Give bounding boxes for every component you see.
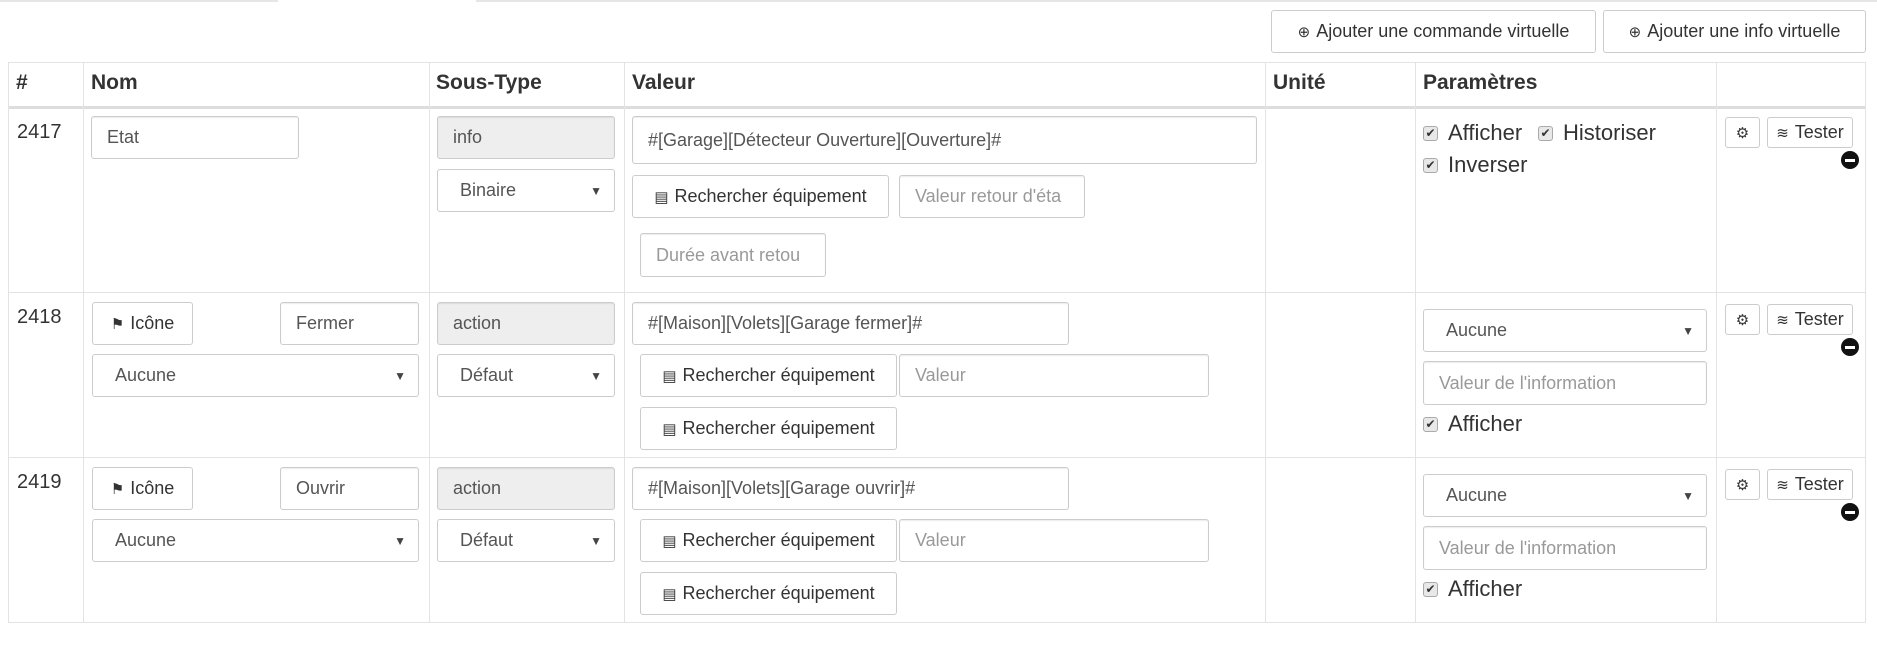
choose-icon-button[interactable]: ⚑ Icône xyxy=(92,302,193,345)
return-value-input[interactable]: Valeur retour d'éta xyxy=(899,175,1085,218)
plus-circle-icon: ⊕ xyxy=(1628,23,1642,41)
header-nom: Nom xyxy=(91,71,138,94)
chevron-down-icon: ▼ xyxy=(590,183,602,198)
subtype-select[interactable]: Binaire ▼ xyxy=(437,169,615,212)
check-icon: ✔ xyxy=(1423,416,1438,432)
col-divider xyxy=(1865,62,1866,623)
table-border xyxy=(8,622,1865,623)
test-button[interactable]: ≋ Tester xyxy=(1767,117,1853,148)
name-input[interactable]: Etat xyxy=(91,116,299,159)
gears-icon: ⚙ xyxy=(1735,476,1750,494)
subtype-select[interactable]: Défaut ▼ xyxy=(437,519,615,562)
add-virtual-command-button[interactable]: ⊕ Ajouter une commande virtuelle xyxy=(1271,10,1596,53)
header-divider xyxy=(8,106,1865,109)
chevron-down-icon: ▼ xyxy=(1682,323,1694,338)
check-icon: ✔ xyxy=(1538,125,1553,141)
param-select[interactable]: Aucune ▼ xyxy=(1423,474,1707,517)
subtype-select[interactable]: Défaut ▼ xyxy=(437,354,615,397)
tab-border xyxy=(476,0,1877,2)
chevron-down-icon: ▼ xyxy=(1682,488,1694,503)
header-valeur: Valeur xyxy=(632,71,696,94)
header-id: # xyxy=(16,71,28,94)
type-field: action xyxy=(437,302,615,345)
header-unite: Unité xyxy=(1273,71,1326,94)
value-info-select[interactable]: Aucune ▼ xyxy=(92,354,419,397)
afficher-checkbox[interactable]: ✔ Afficher xyxy=(1423,576,1522,602)
table-border xyxy=(8,62,1865,63)
info-value-input[interactable]: Valeur de l'information xyxy=(1423,526,1707,570)
choose-icon-button[interactable]: ⚑ Icône xyxy=(92,467,193,510)
configure-button[interactable]: ⚙ xyxy=(1725,304,1760,335)
type-field: info xyxy=(437,116,615,159)
afficher-checkbox[interactable]: ✔ Afficher xyxy=(1423,120,1522,146)
command-value-input[interactable]: #[Maison][Volets][Garage ouvrir]# xyxy=(632,467,1069,510)
configure-button[interactable]: ⚙ xyxy=(1725,469,1760,500)
gears-icon: ⚙ xyxy=(1735,124,1750,142)
col-divider xyxy=(1415,62,1416,623)
row-divider xyxy=(8,292,1865,293)
value-input[interactable]: Valeur xyxy=(899,519,1209,562)
configure-button[interactable]: ⚙ xyxy=(1725,117,1760,148)
col-divider xyxy=(1265,62,1266,623)
chevron-down-icon: ▼ xyxy=(394,533,406,548)
chevron-down-icon: ▼ xyxy=(590,533,602,548)
rss-icon: ≋ xyxy=(1776,124,1789,142)
remove-icon[interactable] xyxy=(1841,503,1859,521)
row-divider xyxy=(8,457,1865,458)
command-id: 2418 xyxy=(17,306,62,328)
search-equipment-button[interactable]: ▤ Rechercher équipement xyxy=(640,572,897,615)
check-icon: ✔ xyxy=(1423,581,1438,597)
list-icon: ▤ xyxy=(662,367,677,385)
add-virtual-info-button[interactable]: ⊕ Ajouter une info virtuelle xyxy=(1603,10,1866,53)
list-icon: ▤ xyxy=(662,585,677,603)
value-info-select[interactable]: Aucune ▼ xyxy=(92,519,419,562)
gears-icon: ⚙ xyxy=(1735,311,1750,329)
check-icon: ✔ xyxy=(1423,125,1438,141)
search-equipment-button[interactable]: ▤ Rechercher équipement xyxy=(640,519,897,562)
test-button[interactable]: ≋ Tester xyxy=(1767,304,1853,335)
col-divider xyxy=(1716,62,1717,623)
col-divider xyxy=(624,62,625,623)
flag-icon: ⚑ xyxy=(110,315,125,333)
rss-icon: ≋ xyxy=(1776,311,1789,329)
command-id: 2419 xyxy=(17,471,62,493)
command-id: 2417 xyxy=(17,121,62,143)
col-divider xyxy=(429,62,430,623)
historiser-checkbox[interactable]: ✔ Historiser xyxy=(1538,120,1656,146)
header-sous-type: Sous-Type xyxy=(436,71,542,94)
info-value-input[interactable]: Valeur de l'information xyxy=(1423,361,1707,405)
search-equipment-button[interactable]: ▤ Rechercher équipement xyxy=(640,354,897,397)
check-icon: ✔ xyxy=(1423,157,1438,173)
flag-icon: ⚑ xyxy=(110,480,125,498)
command-value-input[interactable]: #[Maison][Volets][Garage fermer]# xyxy=(632,302,1069,345)
value-textarea[interactable]: #[Garage][Détecteur Ouverture][Ouverture… xyxy=(632,116,1257,164)
list-icon: ▤ xyxy=(654,188,669,206)
chevron-down-icon: ▼ xyxy=(394,368,406,383)
return-duration-input[interactable]: Durée avant retou xyxy=(640,233,826,277)
test-button[interactable]: ≋ Tester xyxy=(1767,469,1853,500)
search-equipment-button[interactable]: ▤ Rechercher équipement xyxy=(640,407,897,450)
list-icon: ▤ xyxy=(662,420,677,438)
col-divider xyxy=(83,62,84,623)
plus-circle-icon: ⊕ xyxy=(1297,23,1311,41)
tab-border xyxy=(0,0,278,2)
type-field: action xyxy=(437,467,615,510)
remove-icon[interactable] xyxy=(1841,151,1859,169)
value-input[interactable]: Valeur xyxy=(899,354,1209,397)
chevron-down-icon: ▼ xyxy=(590,368,602,383)
name-input[interactable]: Fermer xyxy=(280,302,419,345)
afficher-checkbox[interactable]: ✔ Afficher xyxy=(1423,411,1522,437)
list-icon: ▤ xyxy=(662,532,677,550)
inverser-checkbox[interactable]: ✔ Inverser xyxy=(1423,152,1527,178)
name-input[interactable]: Ouvrir xyxy=(280,467,419,510)
col-divider xyxy=(8,62,9,623)
rss-icon: ≋ xyxy=(1776,476,1789,494)
param-select[interactable]: Aucune ▼ xyxy=(1423,309,1707,352)
header-parametres: Paramètres xyxy=(1423,71,1538,94)
search-equipment-button[interactable]: ▤ Rechercher équipement xyxy=(632,175,889,218)
remove-icon[interactable] xyxy=(1841,338,1859,356)
